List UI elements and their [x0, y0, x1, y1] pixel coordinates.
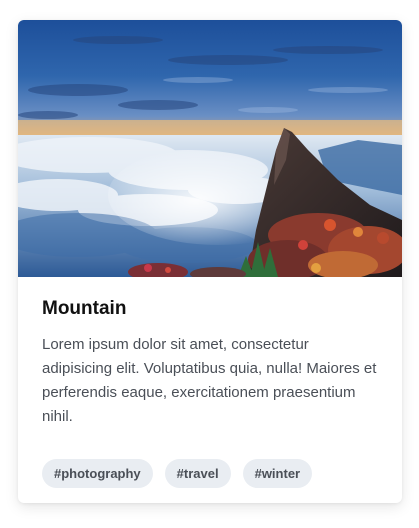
card-title: Mountain: [42, 298, 127, 319]
card-body: Mountain Lorem ipsum dolor sit amet, con…: [18, 277, 402, 429]
mountain-photo: [18, 20, 402, 277]
tag-travel[interactable]: #travel: [164, 459, 231, 488]
post-card: Mountain Lorem ipsum dolor sit amet, con…: [18, 20, 402, 503]
card-description: Lorem ipsum dolor sit amet, consectetur …: [42, 336, 377, 425]
tag-photography[interactable]: #photography: [42, 459, 153, 488]
tag-winter[interactable]: #winter: [242, 459, 313, 488]
tag-list: #photography #travel #winter: [42, 459, 313, 488]
